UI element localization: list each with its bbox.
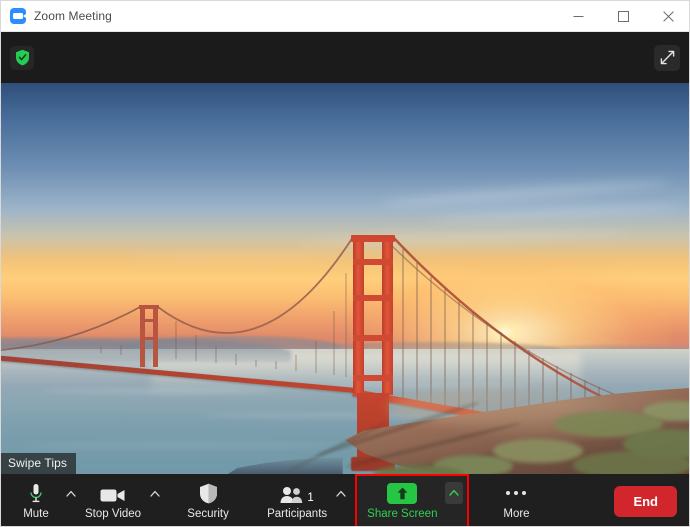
participant-count: 1 <box>307 491 314 504</box>
bridge-main-tower-top <box>351 235 395 242</box>
bridge-far-tower-top <box>139 305 159 309</box>
meeting-toolbar: Mute Stop Video Security 1 Participants … <box>1 474 689 526</box>
people-icon: 1 <box>280 482 314 504</box>
window-title: Zoom Meeting <box>34 9 112 23</box>
share-screen-button[interactable]: Share Screen <box>361 476 443 526</box>
microphone-icon <box>28 482 44 504</box>
stop-video-label: Stop Video <box>85 508 142 520</box>
bridge-far-tower <box>153 305 158 367</box>
bridge-far-tower-crossbar <box>141 337 158 340</box>
close-icon <box>663 10 674 22</box>
enter-fullscreen-button[interactable] <box>654 44 680 71</box>
more-button[interactable]: More <box>489 474 543 526</box>
swipe-tips-label: Swipe Tips <box>1 453 77 474</box>
title-bar: Zoom Meeting <box>1 1 689 32</box>
share-screen-label: Share Screen <box>367 507 438 520</box>
shield-icon <box>199 482 218 504</box>
end-meeting-button[interactable]: End <box>614 485 677 517</box>
participants-label: Participants <box>267 508 328 520</box>
participants-options-chevron[interactable] <box>333 474 349 526</box>
bridge-tower-crossbar <box>353 335 393 341</box>
bridge-tower-crossbar <box>353 375 393 381</box>
zoom-logo-icon <box>10 8 26 24</box>
vegetation <box>573 451 689 474</box>
share-screen-highlight-box: Share Screen <box>355 474 470 526</box>
chevron-up-icon <box>66 490 76 497</box>
more-label: More <box>503 508 530 520</box>
bridge-tower-crossbar <box>353 295 393 301</box>
maximize-icon <box>618 10 629 22</box>
bridge-far-tower-crossbar <box>141 319 158 322</box>
mute-button[interactable]: Mute <box>9 474 63 526</box>
video-camera-icon <box>100 482 126 504</box>
chevron-up-icon <box>449 489 460 496</box>
encryption-status-button[interactable] <box>10 45 34 70</box>
security-button[interactable]: Security <box>181 474 235 526</box>
green-shield-check-icon <box>15 49 29 66</box>
maximize-button[interactable] <box>601 1 646 32</box>
share-screen-options-chevron[interactable] <box>445 481 464 504</box>
stop-video-button[interactable]: Stop Video <box>79 474 147 526</box>
minimize-button[interactable] <box>556 1 601 32</box>
share-arrow-up-icon <box>387 482 418 504</box>
minimize-icon <box>573 15 584 17</box>
ellipsis-icon <box>506 482 527 504</box>
window-controls <box>556 1 689 32</box>
chevron-up-icon <box>336 490 346 497</box>
close-button[interactable] <box>646 1 689 32</box>
fullscreen-expand-icon <box>660 50 674 65</box>
meeting-top-bar <box>1 32 689 83</box>
participants-button[interactable]: 1 Participants <box>261 474 333 526</box>
chevron-up-icon <box>150 490 160 497</box>
video-stage[interactable]: Swipe Tips <box>1 83 689 474</box>
bridge-far-tower <box>140 305 145 367</box>
security-label: Security <box>187 508 229 520</box>
zoom-meeting-window: Zoom Meeting Swipe Tips Mute Stop Video … <box>0 0 690 527</box>
audio-options-chevron[interactable] <box>63 474 79 526</box>
shared-video-image: Swipe Tips <box>1 83 689 474</box>
mute-label: Mute <box>23 508 49 520</box>
bridge-tower-crossbar <box>353 259 393 265</box>
video-options-chevron[interactable] <box>147 474 163 526</box>
